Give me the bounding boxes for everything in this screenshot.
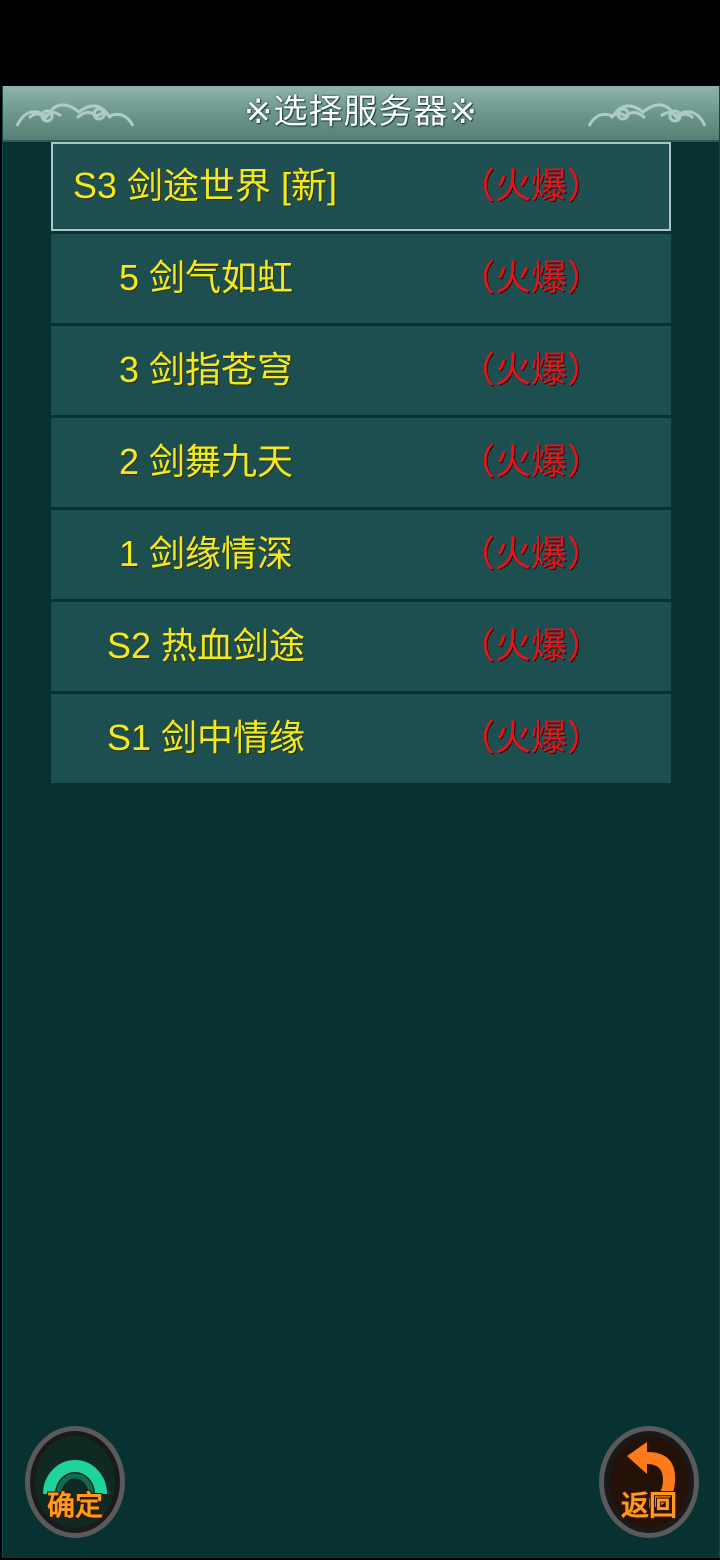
back-button[interactable]: 返回 (597, 1422, 701, 1540)
server-status: （火爆） (459, 257, 604, 298)
back-label: 返回 (620, 1490, 677, 1521)
server-status: （火爆） (459, 717, 604, 758)
title-bar: ※选择服务器※ (3, 86, 719, 142)
server-name: 5 剑气如虹 (119, 257, 294, 298)
server-row-selected[interactable]: S3 剑途世界 [新] （火爆） (51, 142, 671, 231)
server-status: （火爆） (459, 349, 604, 390)
server-row[interactable]: 5 剑气如虹 （火爆） (51, 234, 671, 323)
server-name: S3 剑途世界 [新] (73, 165, 338, 206)
server-row[interactable]: S1 剑中情缘 （火爆） (51, 694, 671, 783)
server-status: （火爆） (459, 625, 604, 666)
page-title: ※选择服务器※ (244, 92, 478, 132)
server-row[interactable]: S2 热血剑途 （火爆） (51, 602, 671, 691)
server-status: （火爆） (459, 441, 604, 482)
status-bar (0, 0, 720, 86)
server-row[interactable]: 3 剑指苍穹 （火爆） (51, 326, 671, 415)
server-list: S3 剑途世界 [新] （火爆） 5 剑气如虹 （火爆） 3 剑指苍穹 （火爆）… (51, 142, 671, 786)
server-row[interactable]: 1 剑缘情深 （火爆） (51, 510, 671, 599)
confirm-button[interactable]: 确定 (23, 1422, 127, 1540)
server-name: 2 剑舞九天 (119, 441, 294, 482)
server-select-panel: ※选择服务器※ S3 剑途世界 [新] （火爆） 5 剑气如虹 （火爆） 3 剑… (2, 86, 720, 1558)
confirm-label: 确定 (46, 1490, 103, 1521)
server-status: （火爆） (459, 165, 604, 206)
server-name: 3 剑指苍穹 (119, 349, 294, 390)
server-status: （火爆） (459, 533, 604, 574)
server-row[interactable]: 2 剑舞九天 （火爆） (51, 418, 671, 507)
server-name: 1 剑缘情深 (119, 533, 294, 574)
server-name: S2 热血剑途 (107, 625, 306, 666)
server-name: S1 剑中情缘 (107, 717, 306, 758)
